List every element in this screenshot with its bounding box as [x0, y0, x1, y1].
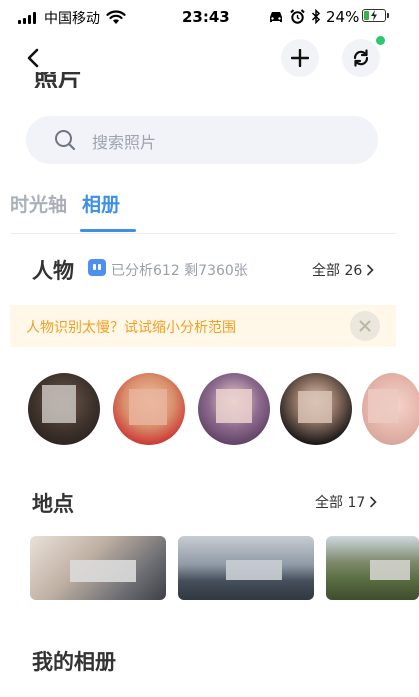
- place-thumbnail[interactable]: [30, 536, 166, 600]
- close-icon: [359, 320, 371, 332]
- person-avatar[interactable]: [198, 373, 270, 445]
- chevron-right-icon: [370, 496, 377, 508]
- speed-tip-banner[interactable]: 人物识别太慢？试试缩小分析范围: [10, 305, 396, 347]
- car-icon: [270, 11, 282, 22]
- status-time: 23:43: [182, 8, 230, 26]
- my-albums-section-title: 我的相册: [32, 650, 116, 674]
- carrier-name: 中国移动: [44, 11, 100, 27]
- search-icon: [55, 130, 76, 151]
- plus-icon: [291, 49, 309, 67]
- battery-percent: 24%: [326, 8, 360, 26]
- divider: [10, 233, 396, 234]
- analysis-progress-text: 已分析612 剩7360张: [111, 263, 248, 279]
- tab-albums[interactable]: 相册: [82, 190, 120, 217]
- search-placeholder: 搜索照片: [92, 133, 157, 152]
- place-thumbnail[interactable]: [178, 536, 314, 600]
- places-all-label: 全部 17: [315, 495, 366, 511]
- person-avatar[interactable]: [28, 373, 100, 445]
- close-banner-button[interactable]: [350, 311, 380, 341]
- notification-dot: [376, 36, 385, 45]
- signal-icon: [18, 12, 40, 24]
- people-all-label: 全部 26: [312, 263, 363, 279]
- sync-icon: [353, 49, 369, 67]
- places-view-all-link[interactable]: 全部 17: [315, 492, 377, 512]
- wifi-icon: [106, 10, 126, 24]
- search-bar[interactable]: 搜索照片: [26, 116, 378, 164]
- active-tab-indicator: [80, 229, 136, 232]
- status-bar: 中国移动 23:43 24%: [0, 0, 419, 36]
- alarm-icon: [290, 9, 305, 24]
- chevron-right-icon: [367, 264, 374, 276]
- people-section-title: 人物: [32, 259, 74, 283]
- battery-icon: [362, 9, 389, 22]
- places-section-title: 地点: [32, 492, 74, 516]
- person-avatar[interactable]: [113, 373, 185, 445]
- page-title: 照片: [34, 72, 82, 88]
- person-avatar[interactable]: [280, 373, 352, 445]
- place-thumbnail[interactable]: [326, 536, 419, 600]
- sync-button[interactable]: [342, 39, 380, 77]
- add-button[interactable]: [281, 39, 319, 77]
- bluetooth-icon: [311, 9, 321, 24]
- tab-timeline[interactable]: 时光轴: [10, 190, 67, 217]
- face-analysis-icon: [88, 259, 106, 276]
- person-avatar[interactable]: [362, 373, 419, 445]
- banner-text: 人物识别太慢？试试缩小分析范围: [26, 320, 236, 336]
- back-button[interactable]: [22, 44, 46, 72]
- people-view-all-link[interactable]: 全部 26: [312, 260, 374, 280]
